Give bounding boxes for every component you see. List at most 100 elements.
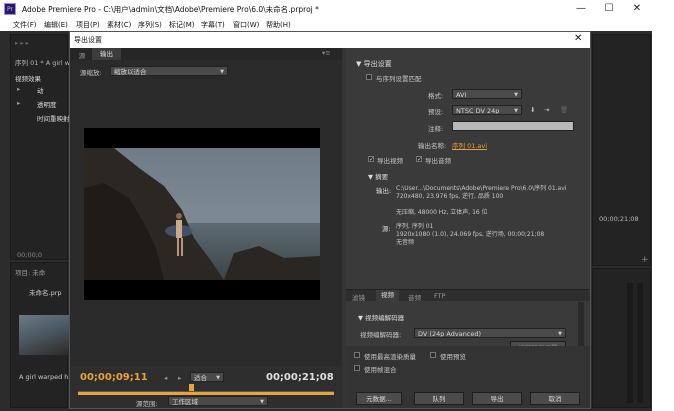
dialog-titlebar: 导出设置 ✕ [70, 32, 590, 48]
collapse-triangle-icon: ▼ [356, 60, 364, 68]
queue-button[interactable]: 队列 [414, 392, 464, 405]
menu-window[interactable]: 窗口(W) [233, 20, 259, 30]
audio-meter-right [637, 283, 643, 403]
comment-label: 注释: [428, 125, 444, 133]
use-preview-checkbox[interactable] [430, 352, 436, 358]
summary-source-line: 无音频 [396, 239, 415, 246]
video-preview [84, 128, 320, 300]
tab-ftp[interactable]: FTP [434, 292, 446, 300]
match-sequence-checkbox[interactable] [366, 74, 372, 80]
format-dropdown[interactable]: AVI ▼ [452, 89, 522, 99]
effect-item-motion[interactable]: 动 [37, 85, 44, 95]
chevron-down-icon: ▼ [558, 331, 562, 337]
source-range-label: 源范围: [136, 400, 158, 408]
preset-value: NTSC DV 24p [456, 107, 500, 115]
effect-item-expand[interactable]: ▸ [17, 85, 20, 93]
tab-audio[interactable]: 音频 [408, 292, 421, 302]
maximize-button[interactable]: ☐ [596, 1, 622, 17]
max-render-quality-checkbox[interactable] [354, 352, 360, 358]
summary-output-line: 720x480, 23.976 fps, 逆行, 品质 100 [396, 193, 504, 200]
menu-file[interactable]: 文件(F) [13, 20, 37, 30]
source-scaling-label: 源缩放: [80, 69, 102, 77]
save-preset-icon[interactable]: ⬇ [530, 106, 535, 114]
minimize-button[interactable]: — [568, 1, 594, 17]
video-effects-title: 视频效果 [15, 75, 41, 83]
panel-menu-icon[interactable]: ▾≡ [322, 49, 331, 57]
tab-source[interactable]: 源 [74, 50, 90, 60]
import-preset-icon[interactable]: ⇥ [544, 106, 549, 114]
video-codec-section[interactable]: ▼ 视频编解码器 [358, 312, 404, 322]
format-label: 格式: [428, 92, 444, 100]
playhead-marker[interactable] [188, 384, 194, 391]
delete-preset-icon[interactable]: 🗑 [560, 106, 568, 114]
panel-header: ▸ ▸ ▸ [15, 39, 29, 47]
frame-blending-checkbox[interactable] [354, 365, 360, 371]
summary-source-line: 序列, 序列 01 [396, 223, 434, 230]
cancel-button[interactable]: 取消 [530, 392, 580, 405]
work-area-bar[interactable] [78, 392, 334, 395]
source-range-dropdown[interactable]: 工作区域 ▼ [168, 396, 268, 406]
source-range-value: 工作区域 [172, 398, 198, 406]
chevron-down-icon: ▼ [514, 108, 518, 114]
source-scaling-dropdown[interactable]: 缩放以适合 ▼ [110, 66, 228, 76]
fit-zoom-dropdown[interactable]: 适合 ▼ [190, 372, 224, 382]
app-titlebar: Pr Adobe Premiere Pro - C:\用户\admin\文档\A… [0, 0, 652, 18]
export-settings-dialog: 导出设置 ✕ 源 输出 ▾≡ 源缩放: 缩放以适合 ▼ 00;00;09;11 … [69, 31, 591, 409]
menu-edit[interactable]: 编辑(E) [44, 20, 68, 30]
summary-output-line: 无压缩, 48000 Hz, 立体声, 16 位 [396, 209, 488, 216]
chevron-down-icon: ▼ [216, 375, 220, 381]
tab-video[interactable]: 视频 [376, 290, 399, 301]
video-codec-dropdown[interactable]: DV (24p Advanced) ▼ [414, 328, 566, 338]
menu-title[interactable]: 字幕(T) [201, 20, 225, 30]
close-window-button[interactable]: ✕ [624, 1, 650, 17]
window-title: Adobe Premiere Pro - C:\用户\admin\文档\Adob… [22, 5, 319, 14]
summary-source-label: 源: [382, 225, 391, 233]
preset-label: 预设: [428, 108, 444, 116]
chevron-down-icon: ▼ [514, 92, 518, 98]
page-margin [652, 0, 674, 411]
dialog-close-button[interactable]: ✕ [574, 33, 582, 44]
summary-source-details: 序列, 序列 01 1920x1080 (1.0), 24.069 fps, 逆… [396, 223, 544, 247]
export-video-label: 导出视频 [377, 157, 403, 165]
audio-meters-panel [592, 268, 651, 408]
effect-controls-panel: ▸ ▸ ▸ 序列 01 * A girl w 视频效果 ▸ 动 ▸ 透明度 时间… [10, 34, 70, 260]
export-audio-checkbox[interactable]: ✓ [416, 156, 422, 163]
menu-sequence[interactable]: 序列(S) [138, 20, 162, 30]
menu-marker[interactable]: 标记(M) [169, 20, 195, 30]
summary-section[interactable]: ▼ 摘要 [368, 171, 388, 181]
clip-caption: A girl warped h [19, 373, 69, 381]
source-scaling-value: 缩放以适合 [114, 68, 147, 76]
menu-help[interactable]: 帮助(H) [266, 20, 291, 30]
add-icon[interactable]: + [641, 255, 649, 265]
export-video-checkbox[interactable]: ✓ [368, 156, 374, 163]
match-sequence-label: 与序列设置匹配 [376, 75, 422, 83]
current-timecode[interactable]: 00;00;09;11 [80, 372, 148, 383]
tab-filters[interactable]: 滤镜 [352, 292, 365, 302]
effect-item-time-remap[interactable]: 时间重映射 [37, 113, 70, 123]
time-ruler[interactable] [78, 386, 334, 392]
use-preview-label: 使用预览 [440, 353, 466, 361]
frame-blending-label: 使用帧混合 [364, 366, 397, 374]
metadata-button[interactable]: 元数据... [356, 392, 402, 405]
tab-output[interactable]: 输出 [92, 48, 121, 60]
menu-clip[interactable]: 素材(C) [107, 20, 131, 30]
output-name-link[interactable]: 序列 01.avi [452, 140, 487, 150]
project-panel: 项目: 未命 未命名.prp A girl warped h [10, 262, 69, 408]
set-in-point-icon[interactable]: ◂ [164, 374, 167, 382]
menu-project[interactable]: 项目(P) [76, 20, 100, 30]
export-audio-label: 导出音频 [425, 157, 451, 165]
effect-item-opacity[interactable]: 透明度 [37, 99, 57, 109]
export-settings-section[interactable]: ▼ 导出设置 [356, 59, 392, 69]
comment-input[interactable] [452, 121, 574, 131]
clip-thumbnail[interactable] [19, 315, 69, 355]
sequence-tab[interactable]: 序列 01 * A girl w [15, 57, 70, 67]
preview-tab-bar: 源 输出 ▾≡ [70, 48, 342, 60]
fit-zoom-value: 适合 [194, 374, 207, 382]
effect-item-expand[interactable]: ▸ [17, 99, 20, 107]
project-tab[interactable]: 项目: 未命 [15, 267, 45, 277]
summary-output-details: C:\User...\Documents\Adobe\Premiere Pro\… [396, 185, 566, 217]
menu-bar: 文件(F) 编辑(E) 项目(P) 素材(C) 序列(S) 标记(M) 字幕(T… [0, 18, 652, 31]
preset-dropdown[interactable]: NTSC DV 24p ▼ [452, 105, 522, 115]
set-out-point-icon[interactable]: ▸ [178, 374, 181, 382]
export-button[interactable]: 导出 [472, 392, 522, 405]
